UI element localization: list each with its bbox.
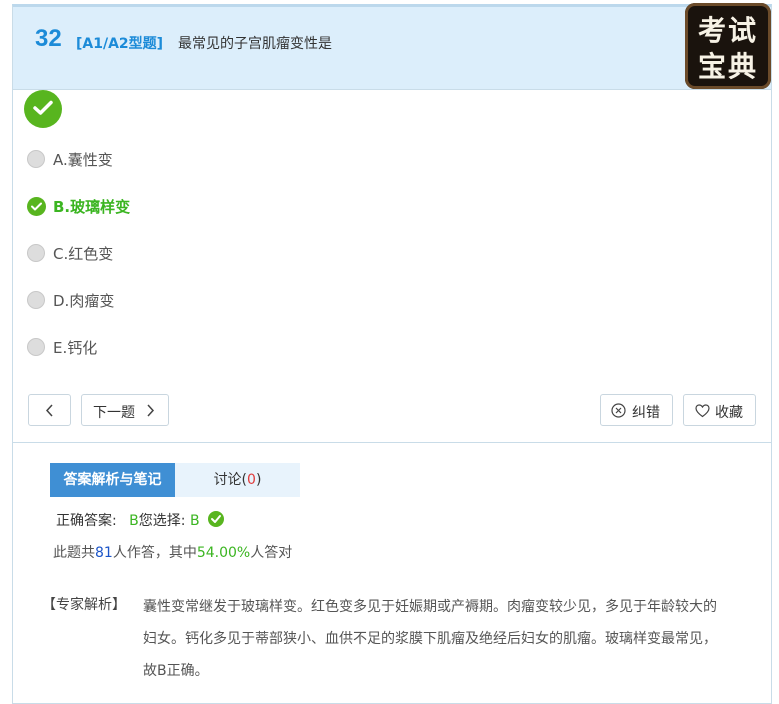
report-label: 纠错	[632, 405, 660, 421]
favorite-label: 收藏	[715, 405, 743, 421]
check-circle-icon	[27, 197, 46, 216]
explanation-text: 囊性变常继发于玻璃样变。红色变多见于妊娠期或产褥期。肉瘤变较少见，多见于年龄较大…	[143, 599, 717, 679]
question-number: 32	[35, 25, 62, 52]
stats-suffix: 人答对	[250, 545, 293, 561]
stats-prefix: 此题共	[53, 545, 95, 561]
check-circle-icon	[208, 511, 225, 527]
discussion-close: )	[255, 472, 262, 488]
kaoshi-baodian-logo: 考试 宝典	[685, 3, 771, 89]
correct-answer-label: 正确答案:	[56, 513, 117, 529]
favorite-button[interactable]: 收藏	[683, 394, 756, 426]
option-label: D.肉瘤变	[53, 292, 115, 310]
next-label: 下一题	[93, 405, 135, 421]
report-error-button[interactable]: 纠错	[600, 394, 673, 426]
question-header: 32 [A1/A2型题] 最常见的子宫肌瘤变性是 考试 宝典	[13, 3, 771, 90]
logo-line1: 考试	[697, 14, 758, 47]
explanation-label: 【专家解析】	[42, 597, 126, 613]
stats-middle: 人作答，其中	[112, 545, 197, 561]
radio-icon	[27, 338, 45, 356]
heart-icon	[695, 404, 710, 418]
correct-answer-value: B	[129, 513, 139, 529]
answered-correct-check-icon	[24, 90, 62, 128]
stats-count: 81	[95, 545, 113, 561]
option-label: C.红色变	[53, 245, 114, 263]
selected-answer-value: B	[189, 513, 200, 529]
radio-icon	[27, 150, 45, 168]
option-label: E.钙化	[53, 339, 98, 357]
question-type: [A1/A2型题]	[76, 36, 164, 52]
chevron-left-icon	[45, 404, 53, 417]
answer-stats: 此题共81人作答，其中54.00%人答对	[53, 542, 292, 562]
selected-answer-label: 您选择:	[138, 513, 186, 529]
discussion-label: 讨论(	[213, 472, 248, 488]
option-label: A.囊性变	[53, 151, 113, 169]
logo-line2: 宝典	[697, 50, 758, 83]
stats-percent: 54.00%	[196, 545, 251, 561]
next-button[interactable]: 下一题	[81, 394, 169, 426]
chevron-right-icon	[147, 404, 155, 417]
prev-button[interactable]	[28, 394, 71, 426]
close-circle-icon	[611, 403, 626, 418]
answer-line: 正确答案: B您选择: B	[56, 510, 225, 530]
section-divider	[13, 442, 772, 443]
question-text: 最常见的子宫肌瘤变性是	[178, 36, 332, 52]
tab-discussion[interactable]: 讨论(0)	[175, 463, 300, 497]
radio-icon	[27, 291, 45, 309]
radio-icon	[27, 244, 45, 262]
option-label: B.玻璃样变	[53, 198, 131, 216]
discussion-count: 0	[247, 472, 256, 488]
tab-analysis[interactable]: 答案解析与笔记	[50, 463, 175, 497]
